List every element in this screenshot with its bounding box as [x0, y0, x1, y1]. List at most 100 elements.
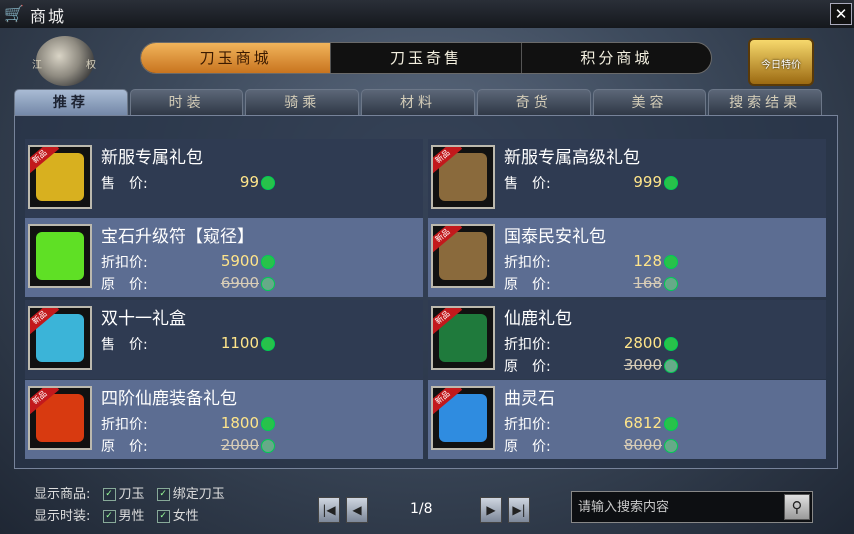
checkbox-female-label: 女性: [172, 509, 199, 524]
original-price-value: 2000: [215, 436, 275, 454]
tab-recommend[interactable]: 推荐: [14, 89, 128, 115]
tab-fashion[interactable]: 时装: [129, 89, 244, 115]
original-price-label: 原 价:: [504, 277, 551, 293]
shop-item[interactable]: 新品 国泰民安礼包 折扣价: 128 原 价: 168: [428, 218, 826, 297]
shop-item[interactable]: 新品 新服专属礼包 售 价: 99: [25, 139, 423, 218]
checkbox-bound-daoyu-label: 绑定刀玉: [172, 487, 225, 502]
item-thumbnail: 新品: [431, 306, 495, 370]
tab-daoyu-special[interactable]: 刀玉奇售: [331, 43, 522, 73]
coin-icon: [261, 276, 275, 291]
shop-item[interactable]: 新品 双十一礼盒 售 价: 1100: [25, 300, 423, 379]
emblem-left-text: 江: [32, 60, 42, 71]
price-label: 折扣价:: [504, 417, 551, 433]
shop-item[interactable]: 新品 四阶仙鹿装备礼包 折扣价: 1800 原 价: 2000: [25, 380, 423, 459]
item-name: 新服专属礼包: [101, 148, 203, 168]
shop-item[interactable]: 宝石升级符【窥径】 折扣价: 5900 原 价: 6900: [25, 218, 423, 297]
search-icon[interactable]: ⚲: [784, 494, 810, 520]
item-name: 四阶仙鹿装备礼包: [101, 389, 237, 409]
checkbox-daoyu-label: 刀玉: [118, 487, 145, 502]
main-tabs: 刀玉商城 刀玉奇售 积分商城: [140, 42, 712, 74]
price-label: 折扣价:: [101, 417, 148, 433]
coin-icon: [261, 416, 275, 431]
item-thumbnail: 新品: [431, 224, 495, 288]
shop-item[interactable]: 新品 新服专属高级礼包 售 价: 999: [428, 139, 826, 218]
original-price-label: 原 价:: [101, 277, 148, 293]
coin-icon: [664, 336, 678, 351]
item-panel: 新品 新服专属礼包 售 价: 99 新品 新服专属高级礼包 售 价: 999 宝…: [14, 115, 838, 469]
coin-icon: [664, 276, 678, 291]
talisman-icon: [36, 232, 84, 280]
coin-icon: [664, 254, 678, 269]
coin-icon: [261, 175, 275, 190]
display-filters: 显示商品: ✓ 刀玉 ✓ 绑定刀玉 显示时装: ✓ 男性 ✓ 女性: [34, 484, 225, 528]
coin-icon: [664, 438, 678, 453]
price-value: 5900: [215, 252, 275, 270]
item-thumbnail: 新品: [28, 306, 92, 370]
price-value: 1800: [215, 414, 275, 432]
last-page-button[interactable]: ▶|: [508, 497, 530, 523]
search-input[interactable]: [576, 495, 780, 519]
daily-deal-label: 今日特价: [761, 60, 801, 71]
item-name: 宝石升级符【窥径】: [101, 227, 254, 247]
item-name: 国泰民安礼包: [504, 227, 606, 247]
price-label: 折扣价:: [504, 255, 551, 271]
price-label: 售 价:: [101, 176, 148, 192]
original-price-label: 原 价:: [504, 359, 551, 375]
tab-rare-goods[interactable]: 奇货: [476, 89, 591, 115]
original-price-value: 168: [618, 274, 678, 292]
original-price-value: 3000: [618, 356, 678, 374]
next-page-button[interactable]: ▶: [480, 497, 502, 523]
item-thumbnail: 新品: [28, 145, 92, 209]
checkbox-male[interactable]: ✓: [102, 510, 116, 523]
checkbox-male-label: 男性: [118, 509, 145, 524]
fashion-filter-label: 显示时装:: [34, 509, 91, 524]
original-price-value: 8000: [618, 436, 678, 454]
search-box: ⚲: [571, 491, 813, 523]
item-name: 双十一礼盒: [101, 309, 186, 329]
item-name: 曲灵石: [504, 389, 555, 409]
price-value: 1100: [215, 334, 275, 352]
prev-page-button[interactable]: ◀: [346, 497, 368, 523]
item-name: 仙鹿礼包: [504, 309, 572, 329]
item-thumbnail: [28, 224, 92, 288]
coin-icon: [664, 358, 678, 373]
price-label: 售 价:: [101, 337, 148, 353]
goods-filter-label: 显示商品:: [34, 487, 91, 502]
page-indicator: 1/8: [410, 501, 433, 517]
tab-search-results[interactable]: 搜索结果: [708, 89, 823, 115]
close-button[interactable]: ✕: [830, 3, 852, 25]
price-value: 6812: [618, 414, 678, 432]
tab-daoyu-shop[interactable]: 刀玉商城: [141, 43, 332, 73]
item-thumbnail: 新品: [28, 386, 92, 450]
price-value: 99: [215, 173, 275, 191]
price-label: 折扣价:: [504, 337, 551, 353]
price-value: 2800: [618, 334, 678, 352]
item-name: 新服专属高级礼包: [504, 148, 640, 168]
original-price-label: 原 价:: [504, 439, 551, 455]
tab-materials[interactable]: 材料: [361, 89, 475, 115]
coin-icon: [664, 175, 678, 190]
cart-icon: 🛒: [4, 4, 24, 23]
category-tabs: 推荐 时装 骑乘 材料 奇货 美容 搜索结果: [14, 89, 823, 115]
tab-mounts[interactable]: 骑乘: [245, 89, 360, 115]
coin-icon: [664, 416, 678, 431]
coin-icon: [261, 438, 275, 453]
price-value: 999: [618, 173, 678, 191]
tab-beauty[interactable]: 美容: [592, 89, 707, 115]
price-value: 128: [618, 252, 678, 270]
item-thumbnail: 新品: [431, 145, 495, 209]
first-page-button[interactable]: |◀: [318, 497, 340, 523]
price-label: 售 价:: [504, 176, 551, 192]
coin-icon: [261, 254, 275, 269]
shop-item[interactable]: 新品 曲灵石 折扣价: 6812 原 价: 8000: [428, 380, 826, 459]
checkbox-daoyu[interactable]: ✓: [102, 488, 116, 501]
checkbox-female[interactable]: ✓: [156, 510, 170, 523]
price-label: 折扣价:: [101, 255, 148, 271]
emblem-right-text: 权: [86, 60, 96, 71]
checkbox-bound-daoyu[interactable]: ✓: [156, 488, 170, 501]
original-price-value: 6900: [215, 274, 275, 292]
shop-item[interactable]: 新品 仙鹿礼包 折扣价: 2800 原 价: 3000: [428, 300, 826, 379]
item-thumbnail: 新品: [431, 386, 495, 450]
window-title: 商城: [30, 7, 67, 26]
tab-points-shop[interactable]: 积分商城: [522, 43, 711, 73]
